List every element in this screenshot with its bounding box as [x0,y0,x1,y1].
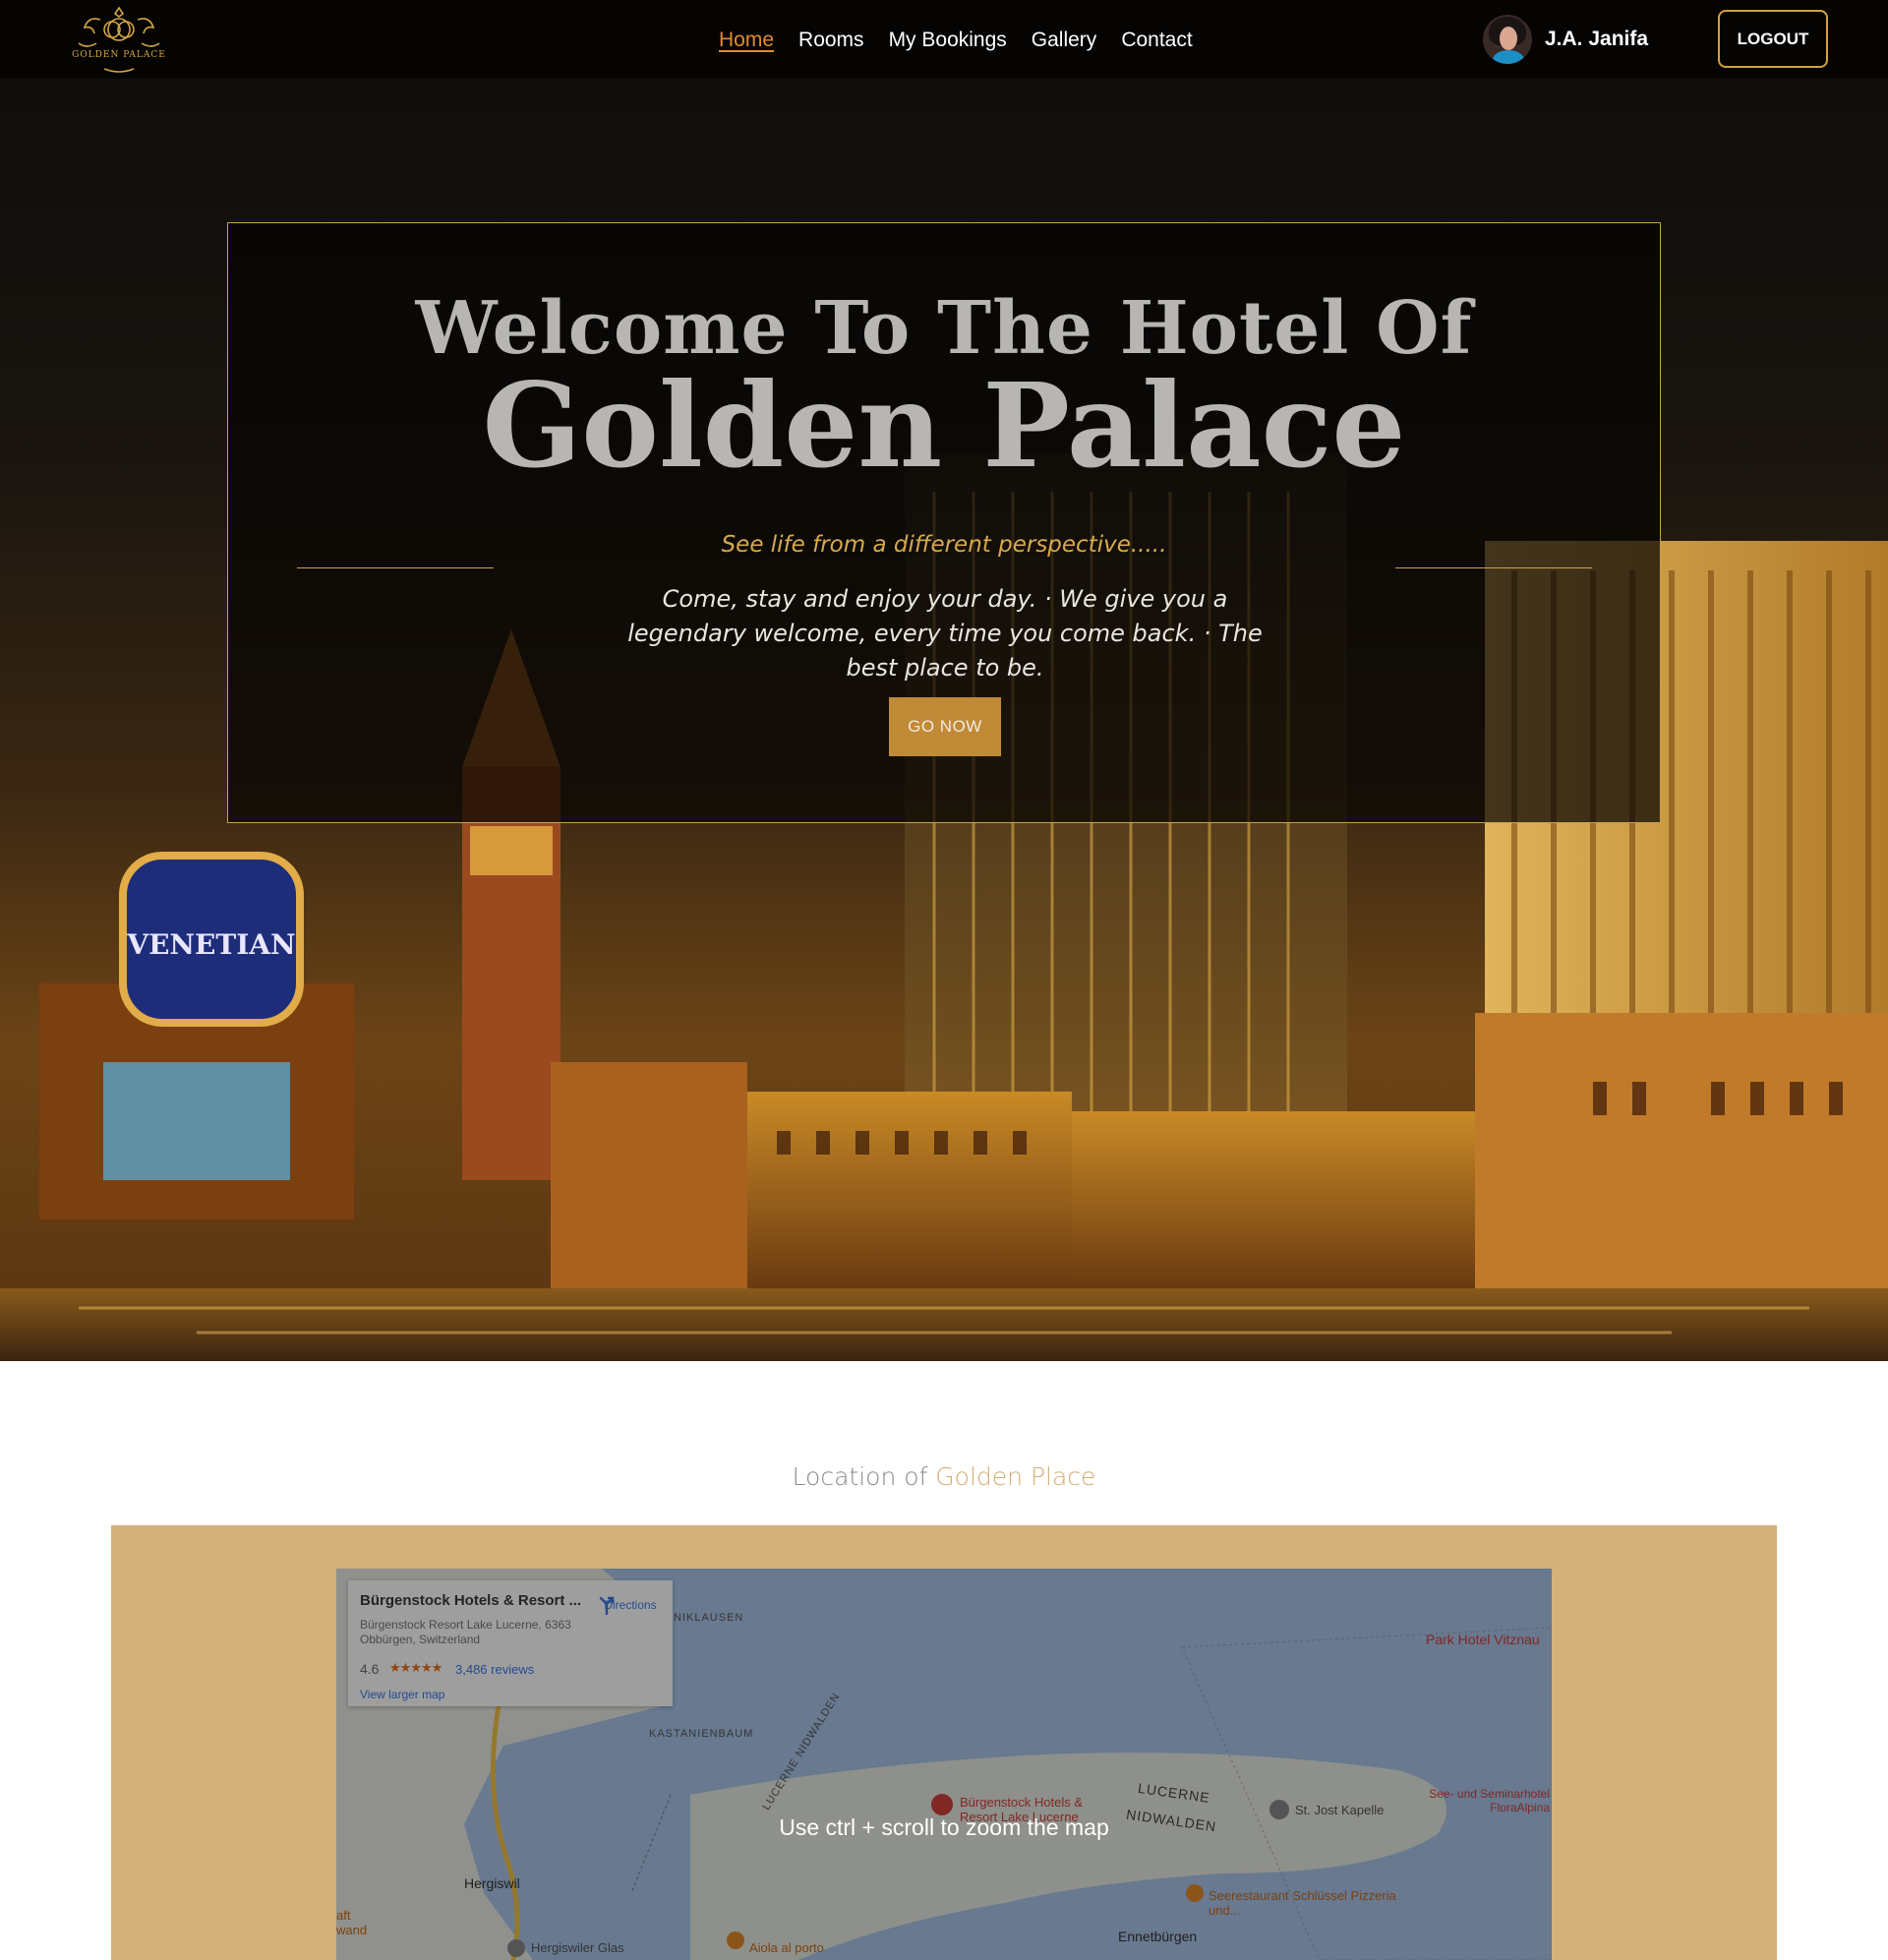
nav-contact[interactable]: Contact [1121,26,1192,55]
hero-heading-line2: Golden Palace [482,357,1406,494]
location-title-accent: Golden Place [935,1462,1096,1491]
user-profile[interactable]: J.A. Janifa [1483,14,1648,65]
nav-home[interactable]: Home [719,26,774,55]
heading-rule-right [1395,567,1592,568]
heading-rule-left [297,567,494,568]
golden-palace-logo[interactable]: GOLDEN PALACE [61,0,177,77]
nav-gallery[interactable]: Gallery [1032,26,1097,55]
go-now-button[interactable]: GO NOW [889,697,1001,756]
location-title: Location of Golden Place [0,1462,1888,1491]
venetian-sign-text: VENETIAN [126,928,295,961]
hero-intro: Come, stay and enjoy your day. · We give… [627,585,1263,682]
nav-rooms[interactable]: Rooms [798,26,864,55]
welcome-box: Welcome To The Hotel Of Golden Palace Se… [227,222,1661,823]
logo-text: GOLDEN PALACE [72,50,166,60]
user-name: J.A. Janifa [1545,28,1649,50]
hero-tagline: See life from a different perspective...… [721,532,1167,558]
location-title-prefix: Location of [792,1462,928,1491]
navbar: GOLDEN PALACE Home Rooms My Bookings Gal… [0,0,1888,79]
avatar[interactable] [1483,15,1532,64]
map-zoom-overlay [336,1569,1552,1960]
logout-button[interactable]: LOGOUT [1718,10,1828,68]
map-zoom-hint: Use ctrl + scroll to zoom the map [779,1814,1109,1840]
main-nav: Home Rooms My Bookings Gallery Contact [719,26,1217,55]
hero-section: VENETIAN Welcome To The Hotel Of Golden … [0,79,1888,1361]
nav-my-bookings[interactable]: My Bookings [889,26,1007,55]
embedded-map[interactable]: NIKLAUSEN Park Hotel Vitznau KASTANIENBA… [336,1569,1552,1960]
map-frame: NIKLAUSEN Park Hotel Vitznau KASTANIENBA… [111,1525,1777,1960]
